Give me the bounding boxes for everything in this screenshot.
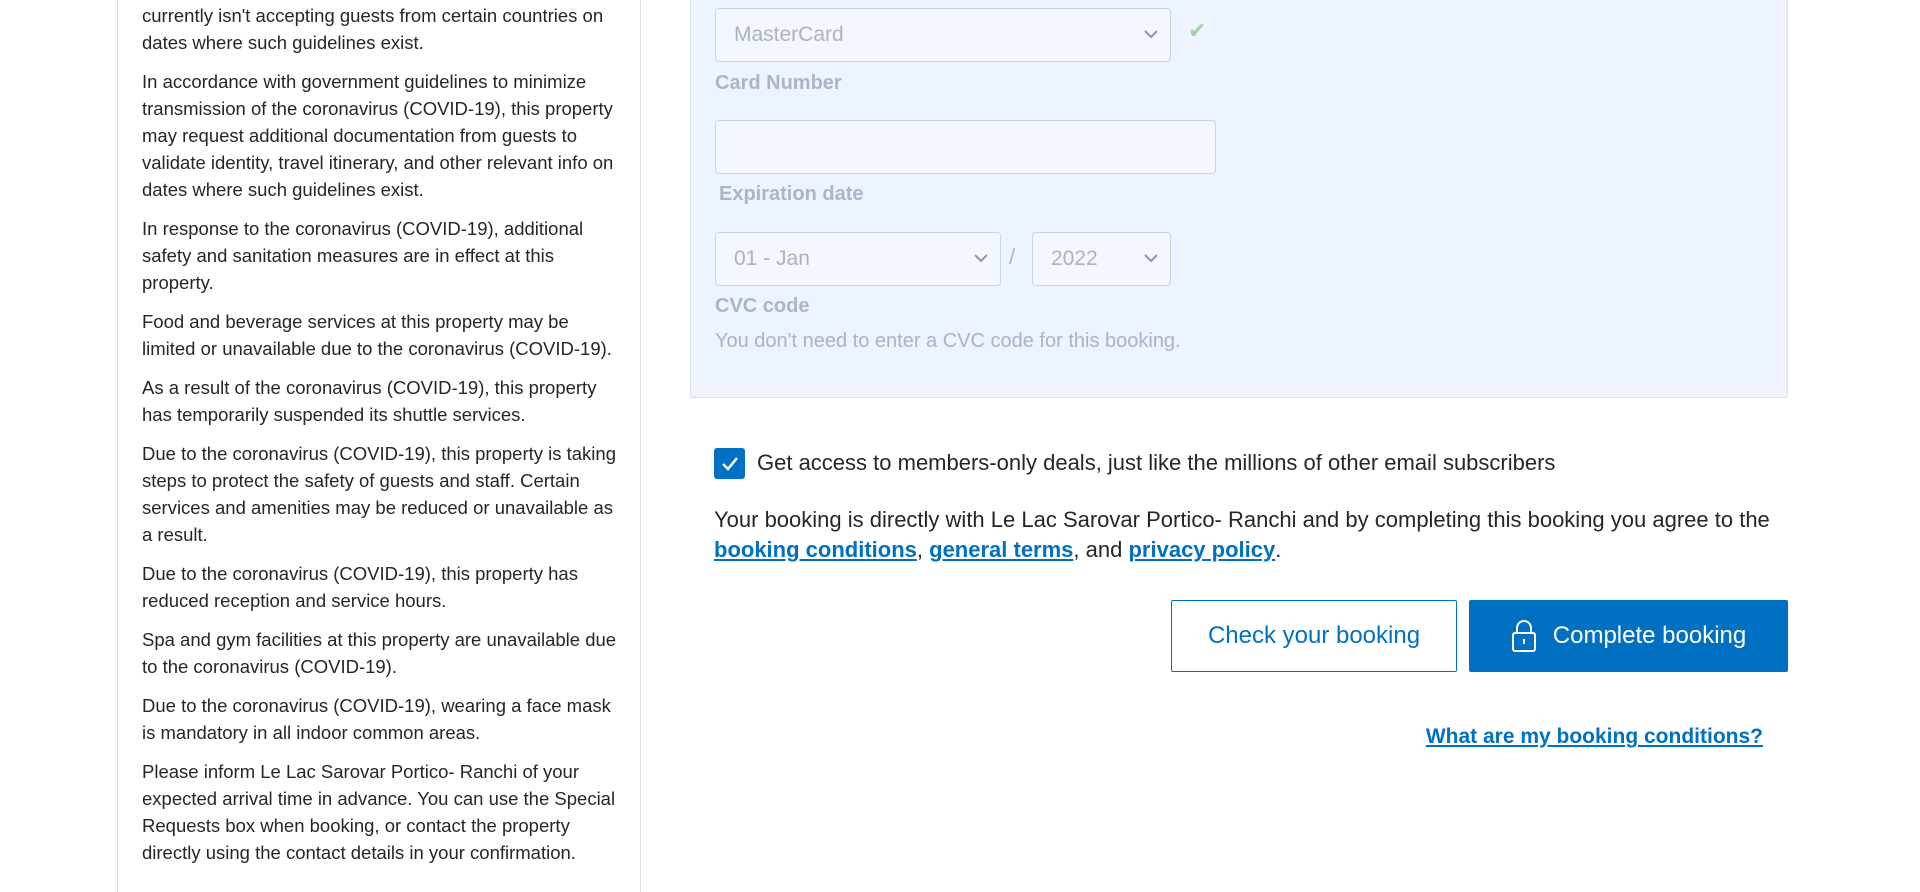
card-number-input[interactable] bbox=[715, 120, 1216, 174]
check-booking-button[interactable]: Check your booking bbox=[1171, 600, 1457, 672]
expiration-year-value: 2022 bbox=[1051, 247, 1098, 270]
expiration-month-select[interactable]: 01 - Jan bbox=[715, 232, 1001, 286]
policy-item: Spa and gym facilities at this property … bbox=[142, 629, 617, 677]
complete-booking-button[interactable]: Complete booking bbox=[1469, 600, 1788, 672]
payment-details-panel: MasterCard ✔ Card Number Expiration date… bbox=[690, 0, 1788, 398]
cvc-code-label: CVC code bbox=[715, 295, 810, 317]
complete-booking-label: Complete booking bbox=[1552, 622, 1747, 649]
check-icon bbox=[721, 456, 738, 471]
card-type-select[interactable]: MasterCard bbox=[715, 8, 1171, 62]
expiration-month-value: 01 - Jan bbox=[734, 247, 810, 270]
card-number-label: Card Number bbox=[715, 72, 842, 94]
booking-agreement-text: Your booking is directly with Le Lac Sar… bbox=[714, 505, 1794, 565]
expiration-year-select[interactable]: 2022 bbox=[1032, 232, 1171, 286]
policy-item: Due to the coronavirus (COVID-19), this … bbox=[142, 443, 616, 545]
policy-item: Due to the coronavirus (COVID-19), this … bbox=[142, 563, 578, 611]
expiration-date-label: Expiration date bbox=[719, 183, 864, 205]
agreement-separator: , bbox=[916, 537, 923, 562]
chevron-down-icon bbox=[974, 254, 988, 263]
policy-item: In response to the coronavirus (COVID-19… bbox=[142, 218, 584, 293]
agreement-prefix: Your booking is directly with Le Lac Sar… bbox=[714, 507, 1770, 532]
lock-icon bbox=[1511, 620, 1536, 652]
cvc-note: You don't need to enter a CVC code for t… bbox=[715, 330, 1181, 352]
policy-item: transmission of the coronavirus (COVID-1… bbox=[142, 5, 604, 53]
privacy-policy-link[interactable]: privacy policy bbox=[1128, 537, 1275, 562]
booking-conditions-link[interactable]: booking conditions bbox=[714, 537, 917, 562]
agreement-separator: , and bbox=[1073, 537, 1123, 562]
policy-item: As a result of the coronavirus (COVID-19… bbox=[142, 377, 597, 425]
policy-item: Food and beverage services at this prope… bbox=[142, 311, 612, 359]
booking-conditions-help-link[interactable]: What are my booking conditions? bbox=[1426, 725, 1763, 749]
policy-item: Please inform Le Lac Sarovar Portico- Ra… bbox=[142, 761, 616, 863]
chevron-down-icon bbox=[1144, 254, 1158, 263]
policies-list: transmission of the coronavirus (COVID-1… bbox=[142, 0, 624, 878]
policy-item: In accordance with government guidelines… bbox=[142, 71, 614, 200]
checkmark-icon: ✔ bbox=[1188, 18, 1207, 43]
card-type-value: MasterCard bbox=[734, 23, 844, 46]
expiration-separator: / bbox=[1009, 244, 1016, 269]
subscribe-label: Get access to members-only deals, just l… bbox=[757, 450, 1556, 475]
chevron-down-icon bbox=[1144, 30, 1158, 39]
subscribe-checkbox[interactable] bbox=[714, 448, 745, 479]
agreement-suffix: . bbox=[1275, 537, 1282, 562]
check-booking-label: Check your booking bbox=[1207, 622, 1421, 649]
general-terms-link[interactable]: general terms bbox=[929, 537, 1073, 562]
policy-item: Due to the coronavirus (COVID-19), weari… bbox=[142, 695, 611, 743]
